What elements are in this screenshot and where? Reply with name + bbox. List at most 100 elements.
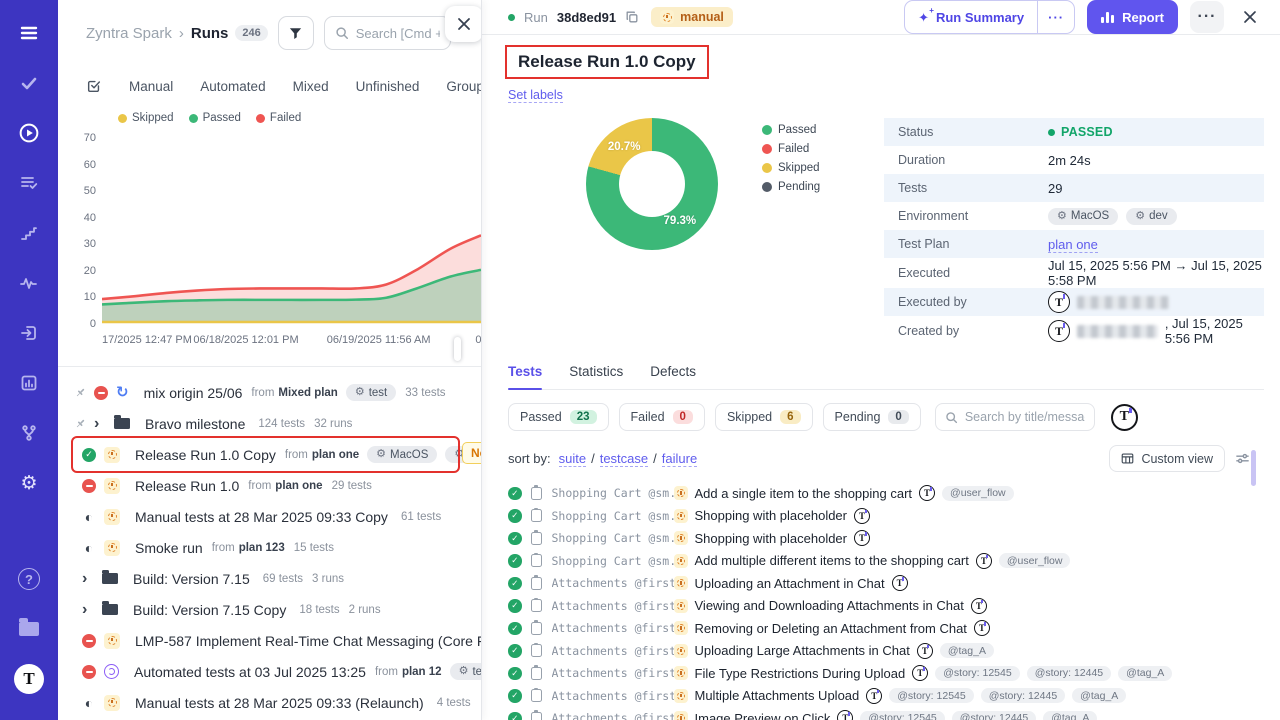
test-row[interactable]: ✓Attachments @firstUploading Large Attac… <box>508 640 1264 663</box>
integrations-icon[interactable] <box>10 414 48 452</box>
status-value: PASSED <box>1048 125 1264 139</box>
manual-test-icon <box>674 689 688 703</box>
custom-view-button[interactable]: Custom view <box>1109 445 1225 472</box>
test-plan-link[interactable]: plan one <box>1048 237 1098 253</box>
run-meta: 29 tests <box>332 480 372 492</box>
run-row[interactable]: ◐Manual tests at 28 Mar 2025 09:33 (Rela… <box>74 687 457 718</box>
expand-chevron-icon[interactable]: › <box>94 416 108 432</box>
tab-defects[interactable]: Defects <box>650 364 696 389</box>
run-actions: ✦+ Run Summary ··· Report ··· <box>904 0 1264 34</box>
close-run-detail-button[interactable] <box>1236 3 1264 31</box>
detail-label: Created by <box>898 324 1048 338</box>
tests-scrollbar[interactable] <box>1251 450 1256 486</box>
runs-tab-automated[interactable]: Automated <box>200 79 265 94</box>
test-cases-icon[interactable] <box>10 64 48 102</box>
run-group-row[interactable]: ›Build: Version 7.1569 tests3 runs <box>74 563 457 594</box>
test-row[interactable]: ✓Attachments @firstFile Type Restriction… <box>508 662 1264 685</box>
run-detail-panel: Run 38d8ed91 manual ✦+ Run Summary ··· <box>482 0 1280 720</box>
copy-run-id-icon[interactable] <box>625 10 639 24</box>
workspace-logo[interactable]: T <box>10 660 48 698</box>
suite-clipboard-icon <box>531 487 542 500</box>
run-plan-link[interactable]: Mixed plan <box>278 387 337 399</box>
help-icon[interactable]: ? <box>10 560 48 598</box>
test-passed-icon: ✓ <box>508 712 522 720</box>
run-row[interactable]: LMP-587 Implement Real-Time Chat Messagi… <box>74 625 457 656</box>
detail-value: T, Jul 15, 2025 5:56 PM <box>1048 316 1264 346</box>
manual-test-icon <box>674 531 688 545</box>
settings-gear-icon[interactable]: ⚙ <box>10 464 48 502</box>
tab-tests[interactable]: Tests <box>508 364 542 389</box>
legend-item-skipped: Skipped <box>118 112 174 124</box>
expand-chevron-icon[interactable]: › <box>82 602 96 618</box>
runs-panel-scrollbar[interactable] <box>454 337 461 361</box>
test-plans-icon[interactable] <box>10 164 48 202</box>
runs-search-input[interactable] <box>356 26 440 41</box>
suite-clipboard-icon <box>531 622 542 635</box>
runs-tab-groups[interactable]: Groups <box>446 79 482 94</box>
reports-icon[interactable] <box>10 364 48 402</box>
imports-icon[interactable] <box>10 314 48 352</box>
test-row[interactable]: ✓Attachments @firstMultiple Attachments … <box>508 685 1264 708</box>
new-flag: New <box>462 442 482 464</box>
run-title: Release Run 1.0 <box>135 478 239 494</box>
close-runs-panel-button[interactable] <box>445 6 482 42</box>
run-plan-link[interactable]: plan 123 <box>239 542 285 554</box>
set-labels-link[interactable]: Set labels <box>508 88 563 103</box>
assignee-avatar: T <box>917 643 933 659</box>
test-row[interactable]: ✓Attachments @firstViewing and Downloadi… <box>508 595 1264 618</box>
run-title: Manual tests at 28 Mar 2025 09:33 Copy <box>135 509 388 525</box>
run-row[interactable]: ↻mix origin 25/06fromMixed plan⚙test33 t… <box>74 377 457 408</box>
runs-trend-chart: SkippedPassedFailed 010203040506070 17/2… <box>58 112 481 352</box>
test-row[interactable]: ✓Attachments @firstRemoving or Deleting … <box>508 617 1264 640</box>
milestones-icon[interactable] <box>10 214 48 252</box>
projects-folder-icon[interactable] <box>10 610 48 648</box>
activity-icon[interactable] <box>10 264 48 302</box>
run-summary-more-button[interactable]: ··· <box>1037 1 1074 33</box>
assignee-filter-avatar[interactable]: T <box>1111 404 1138 431</box>
environment-badge: ⚙MacOS <box>367 446 437 463</box>
test-row[interactable]: ✓Shopping Cart @sm...Shopping with place… <box>508 505 1264 528</box>
run-plan-link[interactable]: plan 12 <box>402 666 442 678</box>
run-plan-link[interactable]: plan one <box>275 480 322 492</box>
filter-passed[interactable]: Passed23 <box>508 403 609 431</box>
test-row[interactable]: ✓Shopping Cart @sm...Shopping with place… <box>508 527 1264 550</box>
expand-chevron-icon[interactable]: › <box>82 571 96 587</box>
runs-icon[interactable] <box>10 114 48 152</box>
breadcrumb-project[interactable]: Zyntra Spark <box>86 25 172 42</box>
filter-pending[interactable]: Pending0 <box>823 403 921 431</box>
run-row[interactable]: ◐Smoke runfromplan 12315 tests <box>74 532 457 563</box>
run-group-row[interactable]: ›Build: Version 7.15 Copy18 tests2 runs <box>74 594 457 625</box>
run-row[interactable]: Release Run 1.0fromplan one29 tests <box>74 470 457 501</box>
donut-legend-item-passed: Passed <box>762 124 820 136</box>
run-row[interactable]: ◐Manual tests at 28 Mar 2025 09:33 Copy6… <box>74 501 457 532</box>
report-button[interactable]: Report <box>1087 0 1178 34</box>
sort-option-failure[interactable]: failure <box>662 451 697 467</box>
test-tag: @tag_A <box>1043 711 1097 720</box>
test-row[interactable]: ✓Shopping Cart @sm...Add a single item t… <box>508 482 1264 505</box>
filter-failed[interactable]: Failed0 <box>619 403 705 431</box>
test-row[interactable]: ✓Attachments @firstUploading an Attachme… <box>508 572 1264 595</box>
test-row[interactable]: ✓Shopping Cart @sm...Add multiple differ… <box>508 550 1264 573</box>
sort-option-suite[interactable]: suite <box>559 451 586 467</box>
run-row[interactable]: ✓Release Run 1.0 Copyfromplan one⚙MacOS⚙… <box>74 439 457 470</box>
run-summary-button[interactable]: ✦+ Run Summary ··· <box>904 0 1075 34</box>
filter-button[interactable] <box>278 16 314 50</box>
view-settings-icon[interactable] <box>1235 451 1250 466</box>
sort-option-testcase[interactable]: testcase <box>600 451 648 467</box>
menu-icon[interactable] <box>10 14 48 52</box>
runs-tab-mixed[interactable]: Mixed <box>293 79 329 94</box>
tab-statistics[interactable]: Statistics <box>569 364 623 389</box>
run-group-row[interactable]: ›Bravo milestone124 tests32 runs <box>74 408 457 439</box>
breadcrumb-section[interactable]: Runs <box>191 25 229 42</box>
tests-search-input[interactable] <box>965 410 1085 424</box>
manual-run-icon <box>104 447 120 463</box>
run-plan-link[interactable]: plan one <box>312 449 359 461</box>
runs-tab-manual[interactable]: Manual <box>129 79 173 94</box>
run-row[interactable]: Automated tests at 03 Jul 2025 13:25from… <box>74 656 457 687</box>
more-actions-button[interactable]: ··· <box>1190 1 1224 33</box>
bulk-select-icon[interactable] <box>86 78 102 94</box>
test-row[interactable]: ✓Attachments @firstImage Preview on Clic… <box>508 707 1264 720</box>
runs-tab-unfinished[interactable]: Unfinished <box>356 79 420 94</box>
filter-skipped[interactable]: Skipped6 <box>715 403 813 431</box>
test-tag: @story: 12545 <box>889 688 973 703</box>
